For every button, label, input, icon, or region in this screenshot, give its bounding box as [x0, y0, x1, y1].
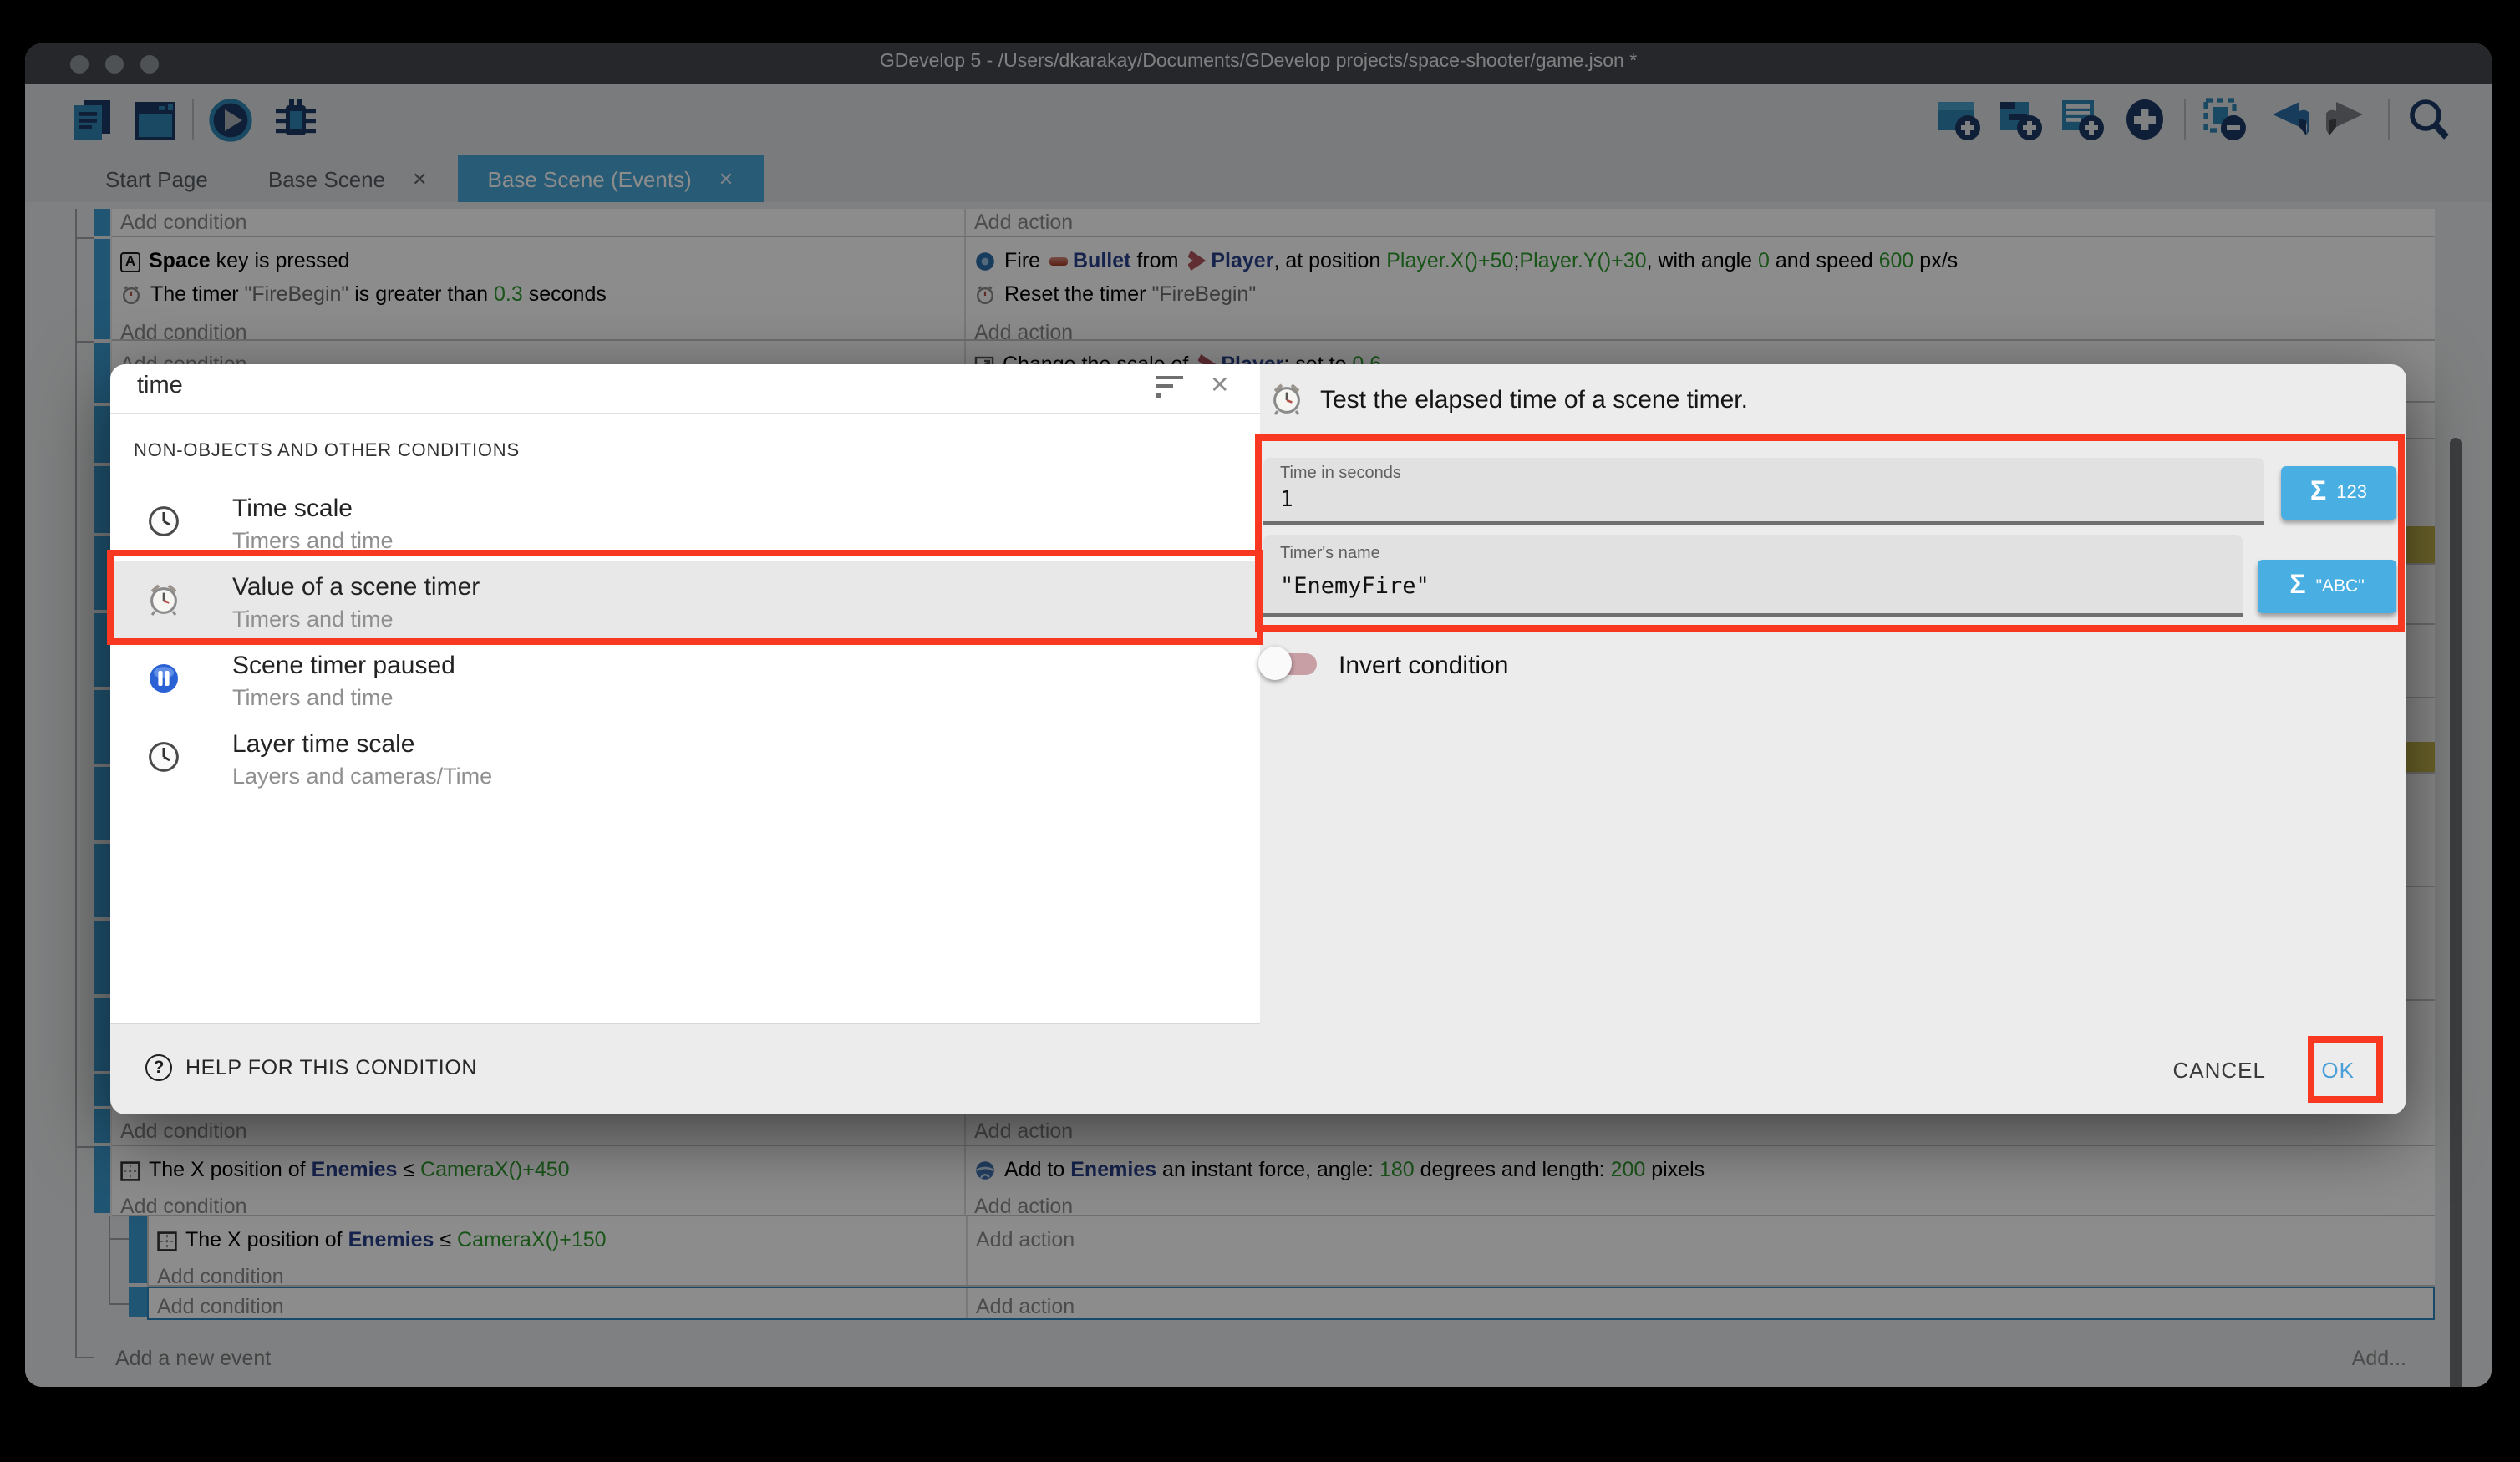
list-item-title: Scene timer paused [232, 652, 455, 680]
list-item-title: Layer time scale [232, 730, 414, 759]
screenshot-root: GDevelop 5 - /Users/dkarakay/Documents/G… [0, 0, 2520, 1462]
search-input[interactable] [134, 371, 1076, 401]
invert-condition-label: Invert condition [1339, 652, 1508, 680]
condition-editor-dialog: ✕ NON-OBJECTS AND OTHER CONDITIONS Time … [110, 364, 2406, 1114]
filter-icon[interactable] [1156, 376, 1183, 399]
list-section-header: NON-OBJECTS AND OTHER CONDITIONS [134, 441, 520, 461]
question-mark-icon: ? [145, 1054, 172, 1081]
list-item-subtitle: Layers and cameras/Time [232, 764, 492, 789]
help-label: HELP FOR THIS CONDITION [185, 1056, 477, 1079]
alarm-clock-icon [1270, 383, 1303, 416]
condition-description-text: Test the elapsed time of a scene timer. [1320, 385, 1748, 414]
list-item-title: Time scale [232, 495, 353, 523]
annotation-parameter-fields [1255, 434, 2405, 632]
search-bar: ✕ [110, 364, 1260, 414]
condition-list-pane: ✕ NON-OBJECTS AND OTHER CONDITIONS Time … [110, 364, 1260, 1024]
condition-description: Test the elapsed time of a scene timer. [1270, 383, 1748, 416]
list-item-subtitle: Timers and time [232, 685, 394, 710]
close-icon[interactable]: ✕ [1210, 371, 1229, 399]
list-item-scene-timer-paused[interactable]: Scene timer paused Timers and time [110, 640, 1260, 718]
help-link[interactable]: ? HELP FOR THIS CONDITION [145, 1054, 477, 1081]
toggle-knob[interactable] [1258, 647, 1292, 680]
annotation-ok-button [2308, 1036, 2383, 1103]
clock-icon [147, 740, 180, 774]
cancel-button[interactable]: CANCEL [2173, 1058, 2267, 1083]
list-item-layer-time-scale[interactable]: Layer time scale Layers and cameras/Time [110, 718, 1260, 797]
clock-icon [147, 505, 180, 538]
annotation-selected-condition [107, 550, 1263, 645]
pause-icon [147, 662, 180, 695]
